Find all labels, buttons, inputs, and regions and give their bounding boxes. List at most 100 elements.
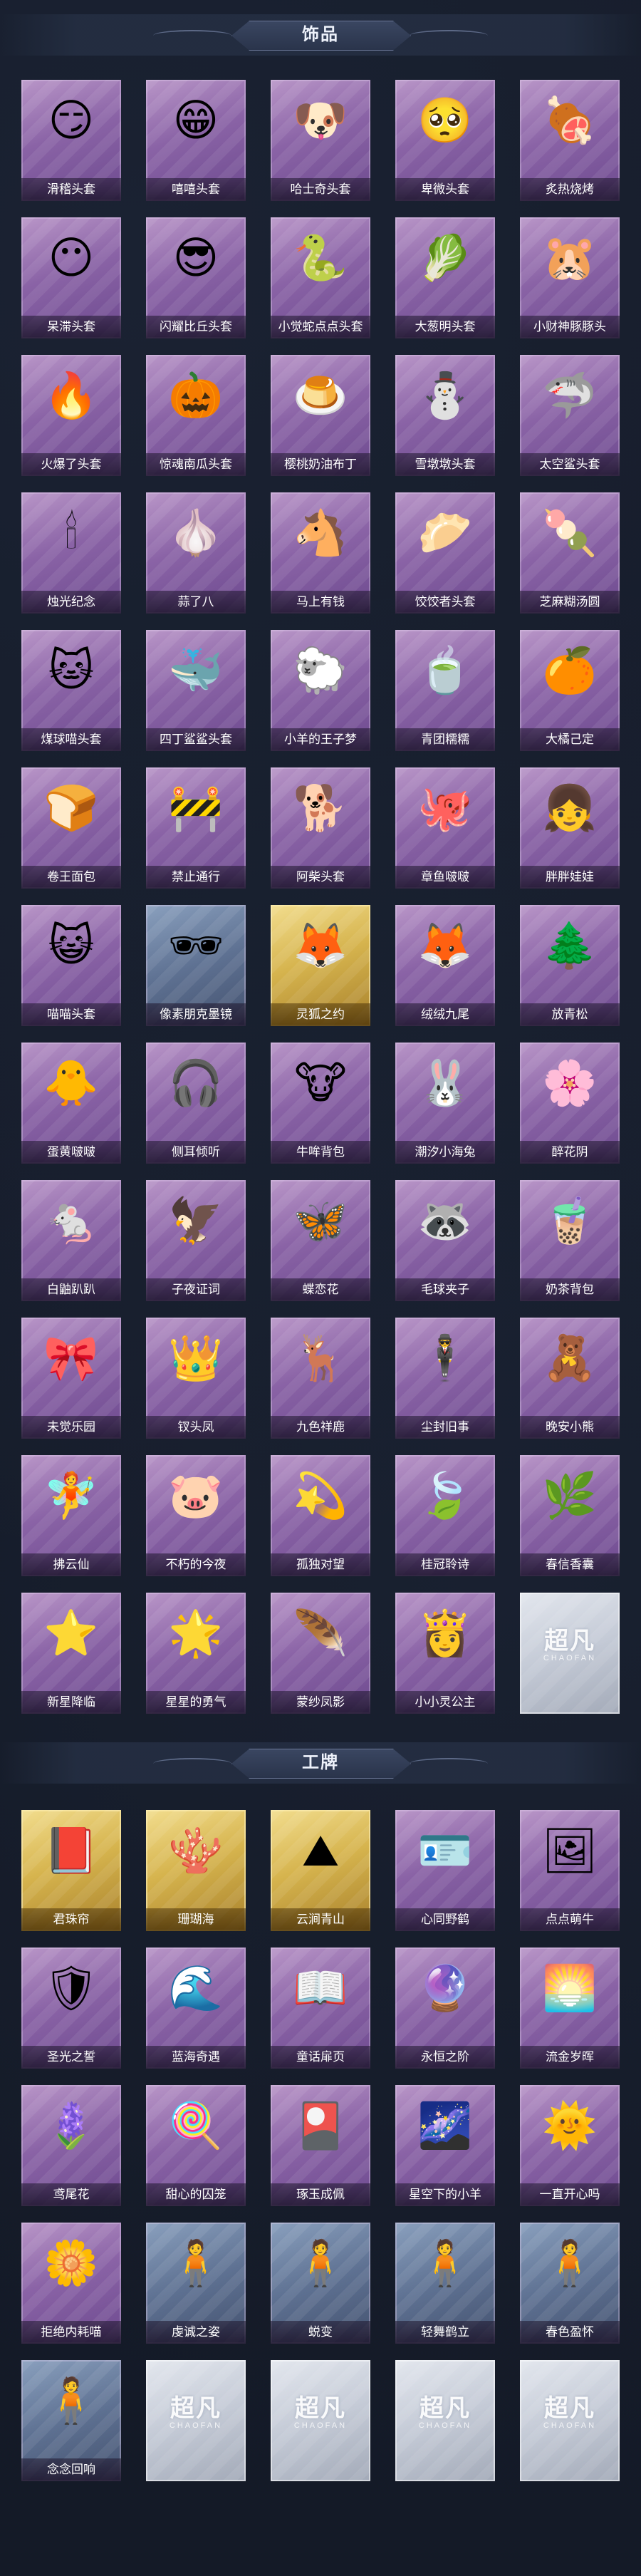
item-card[interactable]: 🦊 绒绒九尾 (395, 905, 495, 1026)
item-card[interactable]: 🖼 点点萌牛 (520, 1810, 620, 1931)
item-card[interactable]: 🌟 星星的勇气 (146, 1593, 246, 1714)
item-card[interactable]: 🧍 虔诚之姿 (146, 2223, 246, 2344)
item-card[interactable]: 🔥 火爆了头套 (21, 355, 121, 476)
item-card[interactable]: 🦅 子夜证词 (146, 1180, 246, 1301)
item-card[interactable]: 🥟 饺饺者头套 (395, 492, 495, 614)
item-art-icon: 🦝 (417, 1196, 473, 1246)
item-label: 四丁鲨鲨头套 (146, 728, 246, 751)
locked-item-card[interactable]: 超凡 CHAOFAN (520, 2360, 620, 2481)
item-card[interactable]: 👧 胖胖娃娃 (520, 767, 620, 889)
item-art-icon: 🕯 (65, 509, 78, 558)
item-art-icon: 🧍 (43, 2376, 99, 2426)
item-card[interactable]: 🍃 桂冠聆诗 (395, 1455, 495, 1576)
item-card[interactable]: 🐰 潮汐小海兔 (395, 1043, 495, 1164)
item-art-icon: 🔥 (43, 371, 99, 420)
item-card[interactable]: 🐙 章鱼啵啵 (395, 767, 495, 889)
item-card[interactable]: 💫 孤独对望 (271, 1455, 370, 1576)
item-card[interactable]: 🦝 毛球夹子 (395, 1180, 495, 1301)
item-card[interactable]: 🛡 圣光之誓 (21, 1947, 121, 2069)
item-card[interactable]: ⭐ 新星降临 (21, 1593, 121, 1714)
item-card[interactable]: 🐴 马上有钱 (271, 492, 370, 614)
item-label: 胖胖娃娃 (520, 866, 620, 889)
item-card[interactable]: 🧍 春色盈怀 (520, 2223, 620, 2344)
item-card[interactable]: 🍖 炙热烧烤 (520, 80, 620, 201)
item-card[interactable]: 🌊 蓝海奇遇 (146, 1947, 246, 2069)
item-card[interactable]: 🚧 禁止通行 (146, 767, 246, 889)
item-label: 念念回响 (21, 2458, 121, 2481)
item-card[interactable]: 🐑 小羊的王子梦 (271, 630, 370, 751)
item-card[interactable]: 🦊 灵狐之约 (271, 905, 370, 1026)
item-card[interactable]: 😶 呆滞头套 (21, 217, 121, 338)
item-card[interactable]: 😏 滑稽头套 (21, 80, 121, 201)
item-card[interactable]: 🐳 四丁鲨鲨头套 (146, 630, 246, 751)
item-card[interactable]: 😁 嘻嘻头套 (146, 80, 246, 201)
item-card[interactable]: 🍭 甜心的囚笼 (146, 2085, 246, 2206)
item-card[interactable]: 📖 童话扉页 (271, 1947, 370, 2069)
item-card[interactable]: 🌿 春信香囊 (520, 1455, 620, 1576)
item-art-icon: 😏 (48, 96, 95, 145)
item-card[interactable]: 🐷 不朽的今夜 (146, 1455, 246, 1576)
item-card[interactable]: 🐁 白鼬趴趴 (21, 1180, 121, 1301)
locked-item-card[interactable]: 超凡 CHAOFAN (395, 2360, 495, 2481)
item-card[interactable]: 🐹 小财神豚豚头 (520, 217, 620, 338)
item-card[interactable]: 🧍 轻舞鹤立 (395, 2223, 495, 2344)
item-card[interactable]: 🥺 卑微头套 (395, 80, 495, 201)
item-card[interactable]: 🐕 阿柴头套 (271, 767, 370, 889)
item-card[interactable]: 🎃 惊魂南瓜头套 (146, 355, 246, 476)
item-card[interactable]: 🍡 芝麻糊汤圆 (520, 492, 620, 614)
item-card[interactable]: ⛰ 云涧青山 (271, 1810, 370, 1931)
item-card[interactable]: 🍞 卷王面包 (21, 767, 121, 889)
item-card[interactable]: 👑 钗头凤 (146, 1318, 246, 1439)
item-card[interactable]: 🦈 太空鲨头套 (520, 355, 620, 476)
item-card[interactable]: 😎 闪耀比丘头套 (146, 217, 246, 338)
item-card[interactable]: 🎀 未觉乐园 (21, 1318, 121, 1439)
item-card[interactable]: 👸 小小灵公主 (395, 1593, 495, 1714)
item-card[interactable]: 🐮 牛哞背包 (271, 1043, 370, 1164)
item-card[interactable]: 🍊 大橘己定 (520, 630, 620, 751)
item-card[interactable]: 🧚 拂云仙 (21, 1455, 121, 1576)
item-card[interactable]: 🐥 蛋黄啵啵 (21, 1043, 121, 1164)
item-card[interactable]: 🍵 青团糯糯 (395, 630, 495, 751)
item-card[interactable]: 🍮 樱桃奶油布丁 (271, 355, 370, 476)
item-card[interactable]: 🧍 念念回响 (21, 2360, 121, 2481)
item-card[interactable]: ⛄ 雪墩墩头套 (395, 355, 495, 476)
item-card[interactable]: 🦌 九色祥鹿 (271, 1318, 370, 1439)
item-card[interactable]: 🌞 一直开心吗 (520, 2085, 620, 2206)
item-card[interactable]: 🦋 蝶恋花 (271, 1180, 370, 1301)
item-card[interactable]: 🌸 醉花阴 (520, 1043, 620, 1164)
item-card[interactable]: 🌼 拒绝内耗喵 (21, 2223, 121, 2344)
item-card[interactable]: 😺 喵喵头套 (21, 905, 121, 1026)
item-card[interactable]: 🕴 尘封旧事 (395, 1318, 495, 1439)
item-card[interactable]: 🐍 小觉蛇点点头套 (271, 217, 370, 338)
item-card[interactable]: 📕 君珠帘 (21, 1810, 121, 1931)
item-card[interactable]: 🧍 蜕变 (271, 2223, 370, 2344)
item-card[interactable]: 🌲 放青松 (520, 905, 620, 1026)
item-card[interactable]: 🔮 永恒之阶 (395, 1947, 495, 2069)
locked-item-card[interactable]: 超凡 CHAOFAN (146, 2360, 246, 2481)
item-card[interactable]: 🌌 星空下的小羊 (395, 2085, 495, 2206)
item-card[interactable]: 🌅 流金岁晖 (520, 1947, 620, 2069)
item-label: 章鱼啵啵 (395, 866, 495, 889)
item-card[interactable]: 🕶 像素朋克墨镜 (146, 905, 246, 1026)
locked-item-card[interactable]: 超凡 CHAOFAN (520, 1593, 620, 1714)
locked-item-card[interactable]: 超凡 CHAOFAN (271, 2360, 370, 2481)
item-card[interactable]: 🪶 蒙纱凤影 (271, 1593, 370, 1714)
item-label: 蛋黄啵啵 (21, 1141, 121, 1164)
item-card[interactable]: 🐱 煤球喵头套 (21, 630, 121, 751)
item-art-icon: 👸 (417, 1609, 473, 1658)
placeholder-logo: 超凡 (544, 1628, 595, 1655)
item-label: 未觉乐园 (21, 1416, 121, 1439)
item-card[interactable]: 🧋 奶茶背包 (520, 1180, 620, 1301)
item-card[interactable]: 🪸 珊瑚海 (146, 1810, 246, 1931)
item-card[interactable]: 🐶 哈士奇头套 (271, 80, 370, 201)
item-card[interactable]: 🧄 蒜了八 (146, 492, 246, 614)
item-card[interactable]: 🎧 侧耳倾听 (146, 1043, 246, 1164)
item-card[interactable]: 🕯 烛光纪念 (21, 492, 121, 614)
item-card[interactable]: 🪪 心同野鹤 (395, 1810, 495, 1931)
item-card[interactable]: 🪻 鸢尾花 (21, 2085, 121, 2206)
item-art-icon: 🕶 (167, 921, 224, 971)
item-card[interactable]: 🥬 大葱明头套 (395, 217, 495, 338)
item-card[interactable]: 🎴 琢玉成佩 (271, 2085, 370, 2206)
item-art-icon: 😺 (48, 921, 95, 971)
item-card[interactable]: 🧸 晚安小熊 (520, 1318, 620, 1439)
